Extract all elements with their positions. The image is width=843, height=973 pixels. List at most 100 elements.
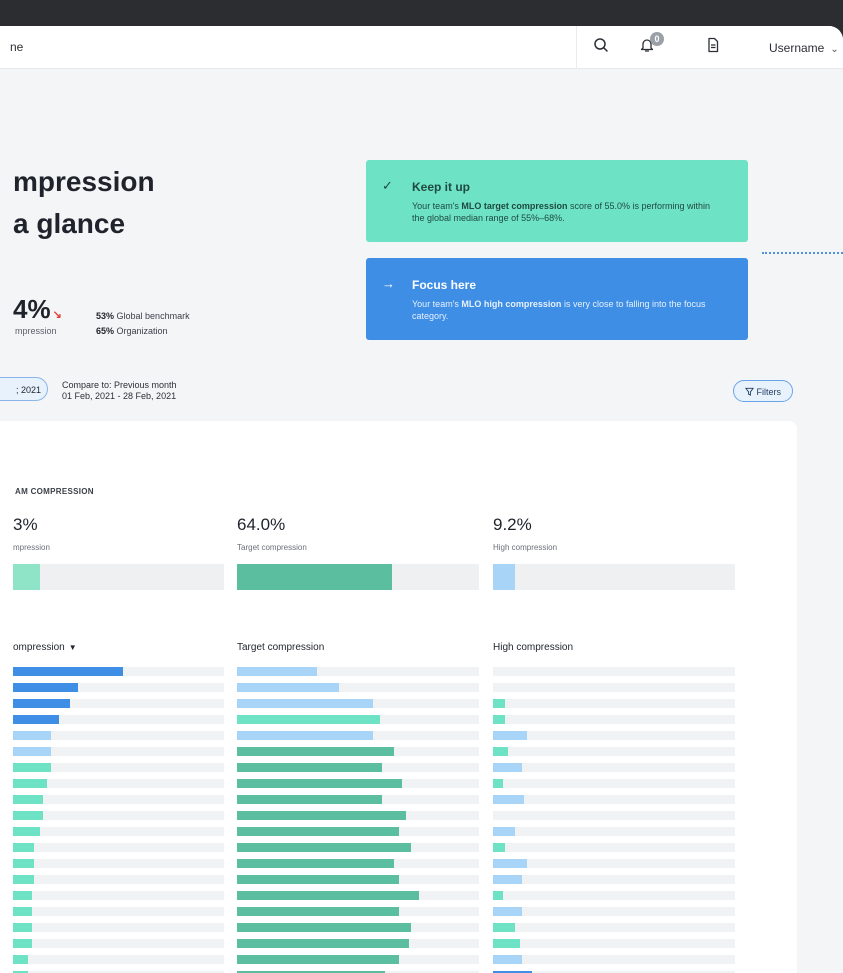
row-bar-track[interactable] — [493, 811, 735, 820]
row-bar-track[interactable] — [237, 827, 479, 836]
compare-range: 01 Feb, 2021 - 28 Feb, 2021 — [62, 391, 177, 401]
row-bar-track[interactable] — [237, 939, 479, 948]
row-bar-fill — [13, 699, 70, 708]
row-bar-fill — [237, 891, 419, 900]
row-bar-track[interactable] — [237, 923, 479, 932]
row-bar-track[interactable] — [493, 827, 735, 836]
row-bar-track[interactable] — [493, 779, 735, 788]
column-header-target[interactable]: Target compression — [237, 642, 324, 653]
row-bar-track[interactable] — [237, 763, 479, 772]
row-bar-track[interactable] — [493, 939, 735, 948]
row-bar-track[interactable] — [237, 843, 479, 852]
arrow-right-icon: → — [382, 276, 395, 291]
row-bar-track[interactable] — [13, 747, 224, 756]
row-bar-track[interactable] — [13, 955, 224, 964]
card-body-highlight: MLO high compression — [461, 299, 562, 309]
row-bar-track[interactable] — [13, 779, 224, 788]
column-header-high[interactable]: High compression — [493, 642, 573, 653]
row-bar-fill — [493, 827, 515, 836]
row-bar-track[interactable] — [493, 683, 735, 692]
row-bar-track[interactable] — [237, 779, 479, 788]
row-bar-fill — [13, 859, 34, 868]
row-bar-track[interactable] — [13, 939, 224, 948]
row-bar-track[interactable] — [13, 795, 224, 804]
row-bar-fill — [493, 891, 503, 900]
row-bar-fill — [237, 763, 382, 772]
row-bar-track[interactable] — [13, 699, 224, 708]
row-bar-track[interactable] — [237, 811, 479, 820]
row-bar-fill — [237, 811, 406, 820]
row-bar-track[interactable] — [237, 907, 479, 916]
filters-button[interactable]: Filters — [733, 380, 793, 402]
summary-bar-fill — [493, 564, 515, 590]
row-bar-fill — [493, 907, 522, 916]
search-button[interactable] — [590, 36, 612, 58]
row-bar-track[interactable] — [237, 747, 479, 756]
row-bar-fill — [13, 683, 78, 692]
document-button[interactable] — [702, 36, 724, 58]
row-bar-track[interactable] — [237, 699, 479, 708]
row-bar-track[interactable] — [237, 875, 479, 884]
insight-card-focus-here[interactable]: → Focus here Your team's MLO high compre… — [366, 258, 748, 340]
metric-target-compression: 64.0% Target compression — [237, 515, 307, 552]
row-bar-fill — [237, 939, 409, 948]
row-bar-fill — [493, 715, 505, 724]
row-bar-track[interactable] — [237, 715, 479, 724]
row-bar-track[interactable] — [13, 875, 224, 884]
row-bar-track[interactable] — [13, 731, 224, 740]
date-range-picker[interactable]: ; 2021 — [0, 377, 48, 401]
row-bar-track[interactable] — [13, 667, 224, 676]
metric-low-compression: 3% mpression — [13, 515, 50, 552]
row-bar-track[interactable] — [493, 955, 735, 964]
row-bar-track[interactable] — [493, 907, 735, 916]
row-bar-track[interactable] — [493, 859, 735, 868]
row-bar-track[interactable] — [237, 731, 479, 740]
row-bar-track[interactable] — [493, 731, 735, 740]
team-compression-panel: AM COMPRESSION 3% mpression 64.0% Target… — [0, 421, 797, 973]
row-bar-track[interactable] — [493, 699, 735, 708]
top-bar: ne 0 Username ⌄ — [0, 26, 843, 69]
metric-high-compression: 9.2% High compression — [493, 515, 557, 552]
row-bar-track[interactable] — [13, 827, 224, 836]
row-bar-track[interactable] — [13, 715, 224, 724]
metric-value: 9.2% — [493, 515, 532, 534]
row-bar-track[interactable] — [493, 923, 735, 932]
row-bar-track[interactable] — [13, 891, 224, 900]
row-bar-track[interactable] — [493, 715, 735, 724]
breadcrumb[interactable]: ne — [10, 40, 23, 54]
insight-card-keep-it-up[interactable]: ✓ Keep it up Your team's MLO target comp… — [366, 160, 748, 242]
row-bar-track[interactable] — [237, 667, 479, 676]
row-bar-track[interactable] — [493, 667, 735, 676]
card-body-highlight: MLO target compression — [461, 201, 568, 211]
row-bar-track[interactable] — [493, 875, 735, 884]
user-menu[interactable]: Username ⌄ — [769, 41, 839, 55]
row-bar-track[interactable] — [493, 795, 735, 804]
row-bar-fill — [237, 907, 399, 916]
row-bar-track[interactable] — [237, 859, 479, 868]
row-bar-track[interactable] — [493, 843, 735, 852]
row-bar-fill — [13, 811, 43, 820]
row-bar-track[interactable] — [237, 891, 479, 900]
benchmark-org-value: 65% — [96, 326, 115, 336]
row-bar-fill — [13, 955, 28, 964]
row-bar-track[interactable] — [237, 795, 479, 804]
row-bar-fill — [237, 715, 380, 724]
row-bar-track[interactable] — [13, 683, 224, 692]
row-bar-track[interactable] — [13, 859, 224, 868]
row-bar-track[interactable] — [493, 891, 735, 900]
row-bar-track[interactable] — [13, 907, 224, 916]
compare-to[interactable]: Compare to: Previous month 01 Feb, 2021 … — [62, 380, 177, 402]
row-bar-track[interactable] — [493, 747, 735, 756]
summary-bar-track — [493, 564, 735, 590]
row-bar-track[interactable] — [13, 763, 224, 772]
row-bar-track[interactable] — [493, 763, 735, 772]
row-bar-track[interactable] — [237, 683, 479, 692]
row-bar-fill — [13, 667, 123, 676]
row-bar-track[interactable] — [237, 955, 479, 964]
row-bar-fill — [493, 843, 505, 852]
row-bar-track[interactable] — [13, 843, 224, 852]
row-bar-track[interactable] — [13, 923, 224, 932]
column-header-low[interactable]: ompression ▼ — [13, 642, 77, 653]
row-bar-track[interactable] — [13, 811, 224, 820]
notifications-button[interactable]: 0 — [636, 32, 664, 58]
